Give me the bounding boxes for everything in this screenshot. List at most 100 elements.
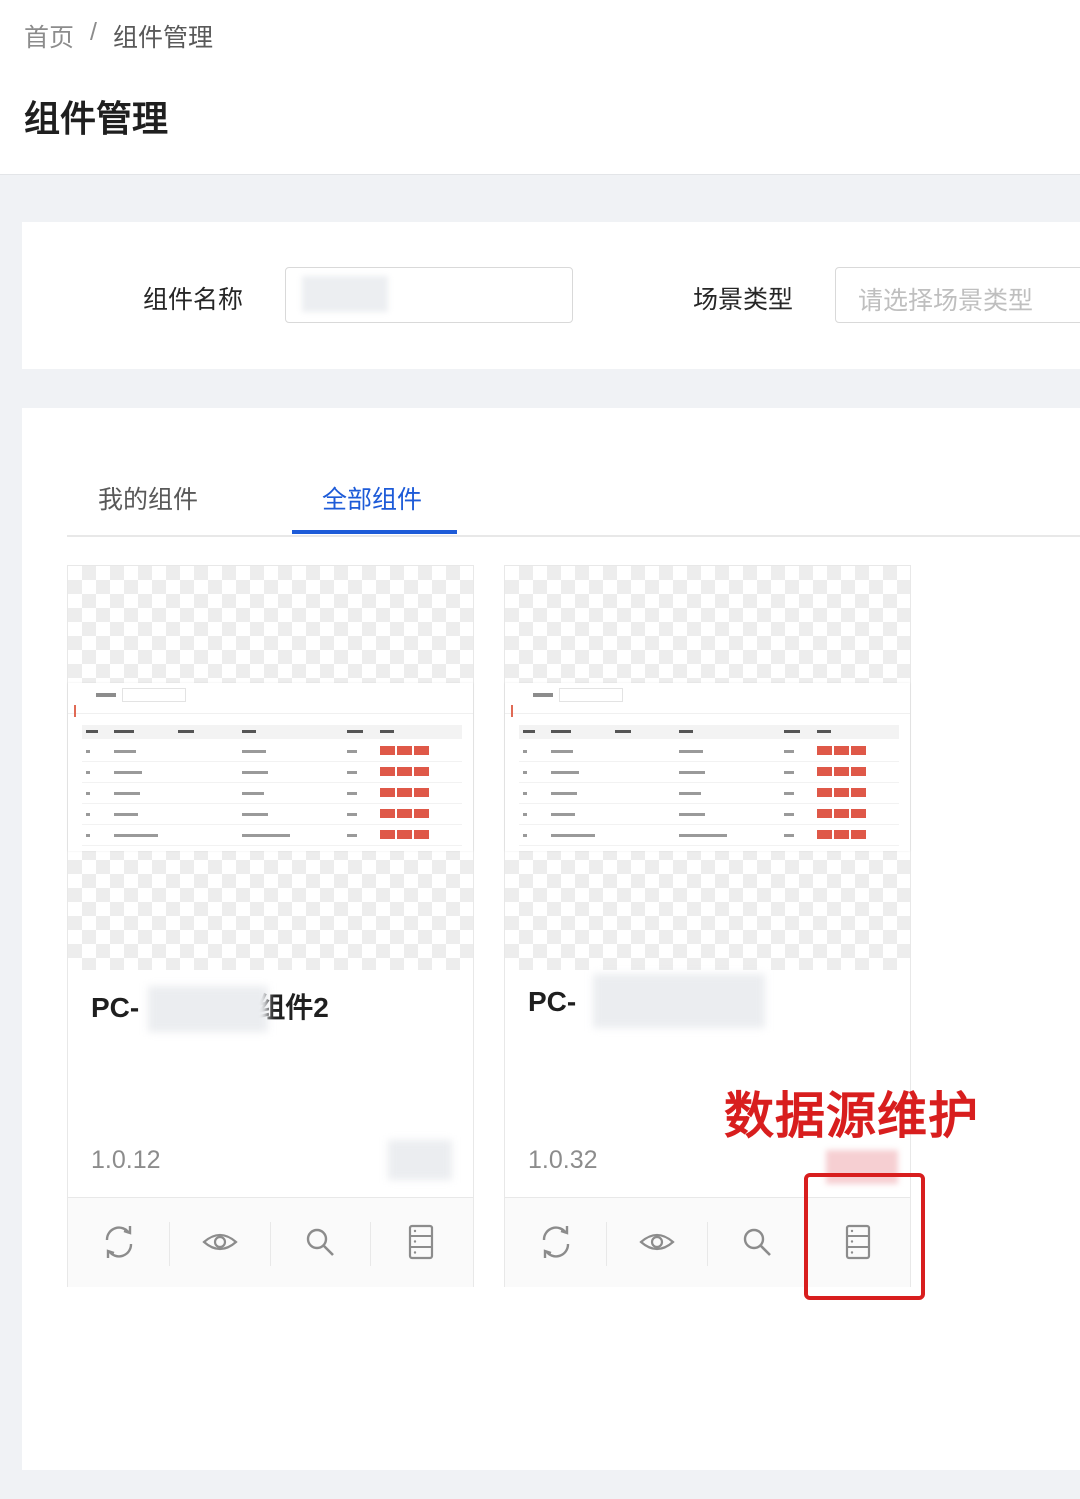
preview-action-button bbox=[414, 809, 429, 818]
preview-cell bbox=[551, 792, 577, 795]
preview-header-cell bbox=[615, 730, 631, 733]
preview-action-button bbox=[397, 788, 412, 797]
preview-cell bbox=[679, 834, 727, 837]
preview-action-button bbox=[414, 830, 429, 839]
preview-cell bbox=[242, 750, 266, 753]
card-title: PC- bbox=[528, 986, 577, 1017]
action-divider bbox=[169, 1222, 170, 1266]
preview-action-button bbox=[414, 788, 429, 797]
scene-type-placeholder: 请选择场景类型 bbox=[858, 287, 1034, 315]
preview-header-cell bbox=[86, 730, 98, 733]
preview-search-part bbox=[559, 688, 623, 702]
search-icon[interactable] bbox=[737, 1222, 777, 1262]
component-list-panel: 我的组件 全部组件 PC- 组件2 1.0.12 PC- 1.0.32 bbox=[22, 408, 1080, 1470]
breadcrumb: 首页 / 组件管理 bbox=[24, 18, 213, 54]
preview-table-row bbox=[519, 825, 899, 846]
preview-action-button bbox=[817, 809, 832, 818]
preview-action-button bbox=[834, 788, 849, 797]
refresh-icon[interactable] bbox=[536, 1222, 576, 1262]
redacted-title bbox=[148, 986, 268, 1032]
preview-action-button bbox=[834, 746, 849, 755]
eye-icon[interactable] bbox=[637, 1222, 677, 1262]
preview-cell bbox=[86, 813, 90, 816]
preview-cell bbox=[347, 792, 357, 795]
action-divider bbox=[707, 1222, 708, 1266]
redacted-meta bbox=[388, 1140, 452, 1180]
preview-action-button bbox=[817, 746, 832, 755]
preview-table-header bbox=[519, 725, 899, 739]
preview-header-cell bbox=[523, 730, 535, 733]
preview-table-header bbox=[82, 725, 462, 739]
action-divider bbox=[606, 1222, 607, 1266]
action-divider bbox=[270, 1222, 271, 1266]
breadcrumb-separator: / bbox=[90, 18, 97, 46]
component-card[interactable]: PC- 组件2 1.0.12 bbox=[67, 565, 474, 1287]
preview-action-button bbox=[851, 746, 866, 755]
scene-type-select[interactable]: 请选择场景类型 bbox=[835, 267, 1080, 323]
preview-cell bbox=[114, 834, 158, 837]
preview-header-cell bbox=[178, 730, 194, 733]
preview-action-button bbox=[834, 809, 849, 818]
preview-action-button bbox=[397, 767, 412, 776]
preview-header-cell bbox=[679, 730, 693, 733]
preview-header-cell bbox=[242, 730, 256, 733]
preview-cell bbox=[784, 750, 794, 753]
preview-action-button bbox=[397, 809, 412, 818]
preview-cell bbox=[86, 834, 90, 837]
preview-action-button bbox=[380, 767, 395, 776]
preview-table-row bbox=[82, 804, 462, 825]
preview-cell bbox=[114, 771, 142, 774]
refresh-icon[interactable] bbox=[99, 1222, 139, 1262]
preview-header-cell bbox=[551, 730, 571, 733]
search-icon[interactable] bbox=[300, 1222, 340, 1262]
preview-table-row bbox=[519, 783, 899, 804]
preview-table-row bbox=[519, 804, 899, 825]
preview-search-part bbox=[96, 693, 116, 697]
preview-cell bbox=[114, 792, 140, 795]
card-thumbnail bbox=[505, 566, 910, 970]
tab-my-components[interactable]: 我的组件 bbox=[98, 480, 198, 516]
redacted-value bbox=[302, 276, 388, 312]
preview-search-part bbox=[122, 688, 186, 702]
preview-cell bbox=[679, 771, 705, 774]
preview-table-row bbox=[82, 762, 462, 783]
action-divider bbox=[370, 1222, 371, 1266]
tab-bar: 我的组件 全部组件 bbox=[67, 468, 1080, 537]
preview-cell bbox=[347, 771, 357, 774]
preview-header-cell bbox=[114, 730, 134, 733]
preview-cell bbox=[86, 792, 90, 795]
preview-cell bbox=[242, 834, 290, 837]
card-version: 1.0.12 bbox=[91, 1146, 161, 1174]
eye-icon[interactable] bbox=[200, 1222, 240, 1262]
preview-cell bbox=[551, 813, 575, 816]
preview-cell bbox=[523, 771, 527, 774]
preview-action-button bbox=[380, 830, 395, 839]
thumbnail-preview-table bbox=[68, 683, 473, 851]
page-title: 组件管理 bbox=[24, 98, 169, 139]
preview-action-button bbox=[851, 809, 866, 818]
tab-all-components[interactable]: 全部组件 bbox=[322, 480, 422, 516]
preview-header-cell bbox=[784, 730, 800, 733]
preview-cell bbox=[114, 813, 138, 816]
preview-cell bbox=[242, 813, 268, 816]
breadcrumb-current: 组件管理 bbox=[112, 24, 213, 52]
preview-cell bbox=[523, 813, 527, 816]
preview-cell bbox=[784, 771, 794, 774]
preview-action-button bbox=[851, 830, 866, 839]
preview-cell bbox=[242, 771, 268, 774]
annotation-label: 数据源维护 bbox=[724, 1088, 979, 1144]
preview-table-row bbox=[519, 762, 899, 783]
database-icon[interactable] bbox=[401, 1222, 441, 1262]
thumbnail-preview-table bbox=[505, 683, 910, 851]
redacted-title bbox=[593, 974, 765, 1028]
preview-search-row bbox=[505, 683, 910, 714]
preview-cell bbox=[679, 750, 703, 753]
preview-cell bbox=[523, 792, 527, 795]
preview-action-button bbox=[380, 809, 395, 818]
preview-cell bbox=[551, 771, 579, 774]
preview-action-button bbox=[851, 767, 866, 776]
component-name-input[interactable] bbox=[285, 267, 573, 323]
breadcrumb-home[interactable]: 首页 bbox=[24, 18, 74, 54]
preview-table-row bbox=[82, 741, 462, 762]
preview-cell bbox=[347, 834, 357, 837]
